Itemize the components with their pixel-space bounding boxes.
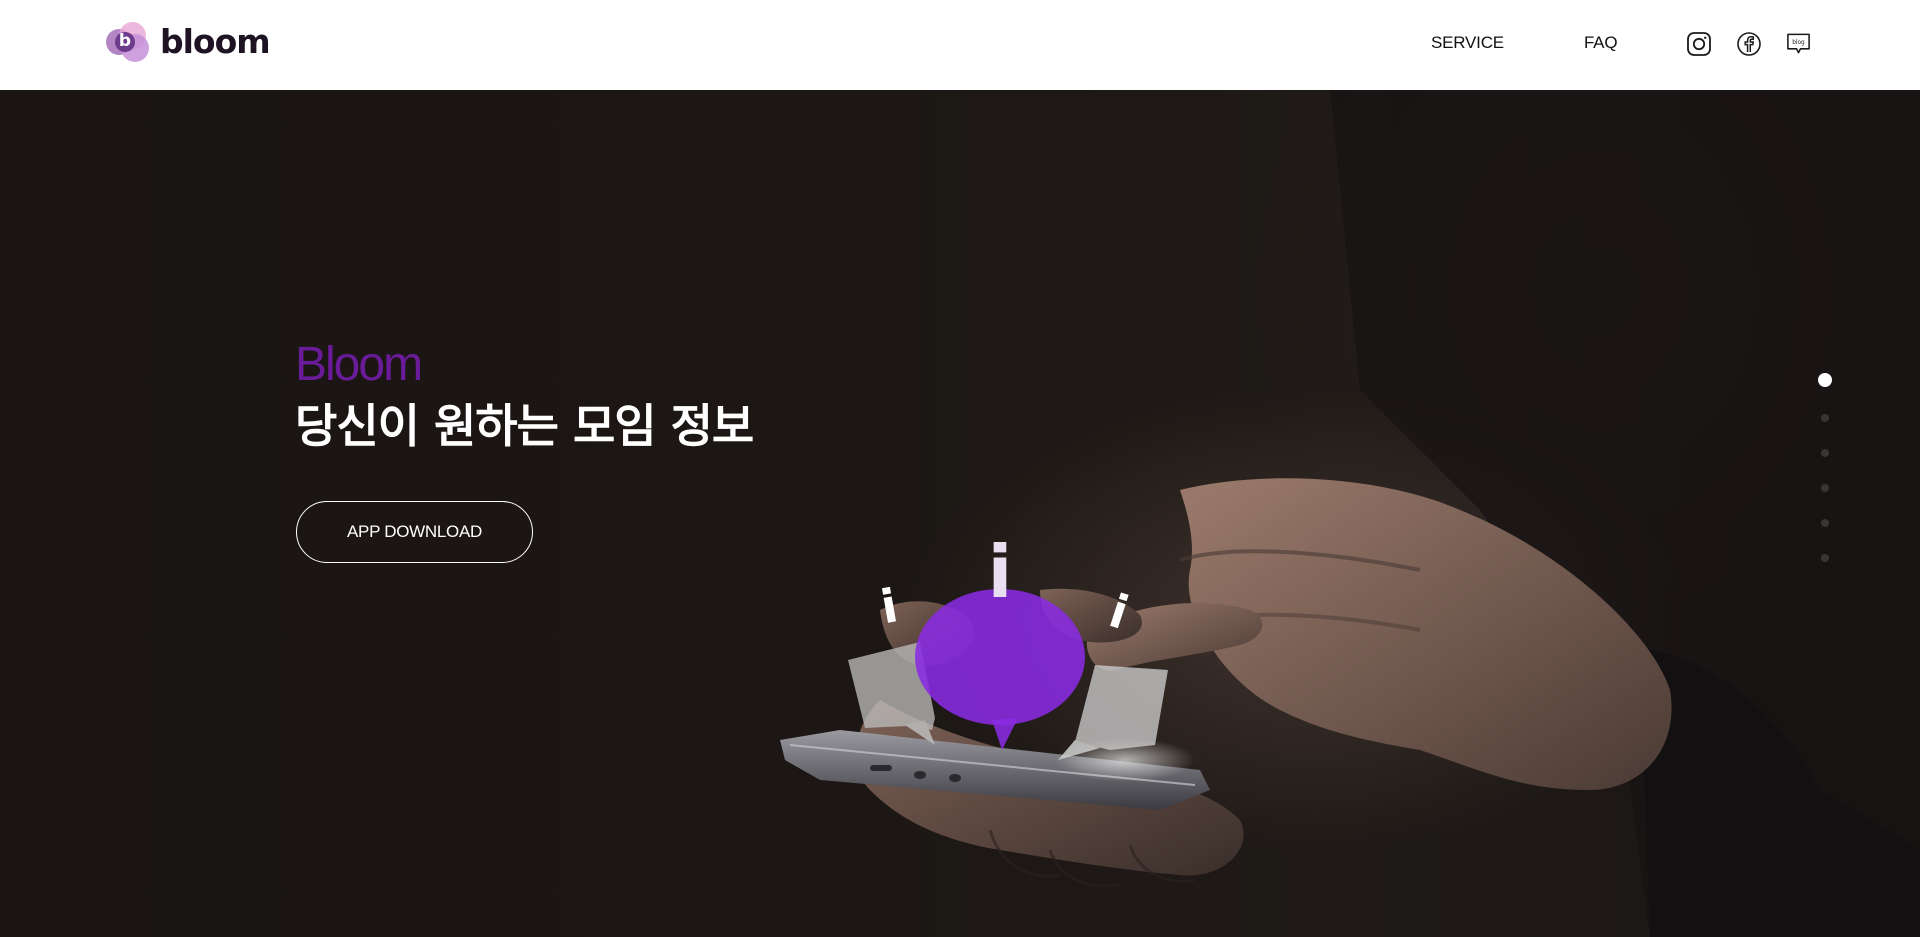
hero-subtitle: 당신이 원하는 모임 정보 [295,399,754,453]
slide-dot-2[interactable] [1821,414,1829,422]
blog-icon[interactable]: blog [1785,30,1812,57]
instagram-icon[interactable] [1685,30,1712,57]
slide-dot-3[interactable] [1821,449,1829,457]
slide-dot-1[interactable] [1818,373,1832,387]
info-glyphs: i i i [877,530,1135,640]
slide-dot-4[interactable] [1821,484,1829,492]
nav-faq[interactable]: FAQ [1584,33,1618,53]
svg-text:blog: blog [1792,40,1805,46]
hero-title: Bloom [295,338,423,391]
right-bubble-glyph: i [1103,584,1135,640]
main-nav: SERVICE FAQ [1431,33,1618,53]
center-bubble-glyph: i [988,530,1013,614]
bloom-logo-icon: b [106,20,154,62]
social-links: blog [1685,30,1812,57]
logo-wordmark: bloom [160,21,271,61]
hero-section: i i i Bloom 당신이 원하는 모임 정보 APP DOWNLOAD [0,90,1920,937]
left-bubble-glyph: i [877,578,902,634]
slide-dot-5[interactable] [1821,519,1829,527]
bloom-logo[interactable]: b bloom [106,20,271,62]
facebook-icon[interactable] [1735,30,1762,57]
slide-dot-6[interactable] [1821,554,1829,562]
site-header: b bloom SERVICE FAQ blog [0,0,1920,90]
nav-service[interactable]: SERVICE [1431,33,1504,53]
app-download-button[interactable]: APP DOWNLOAD [296,501,533,563]
